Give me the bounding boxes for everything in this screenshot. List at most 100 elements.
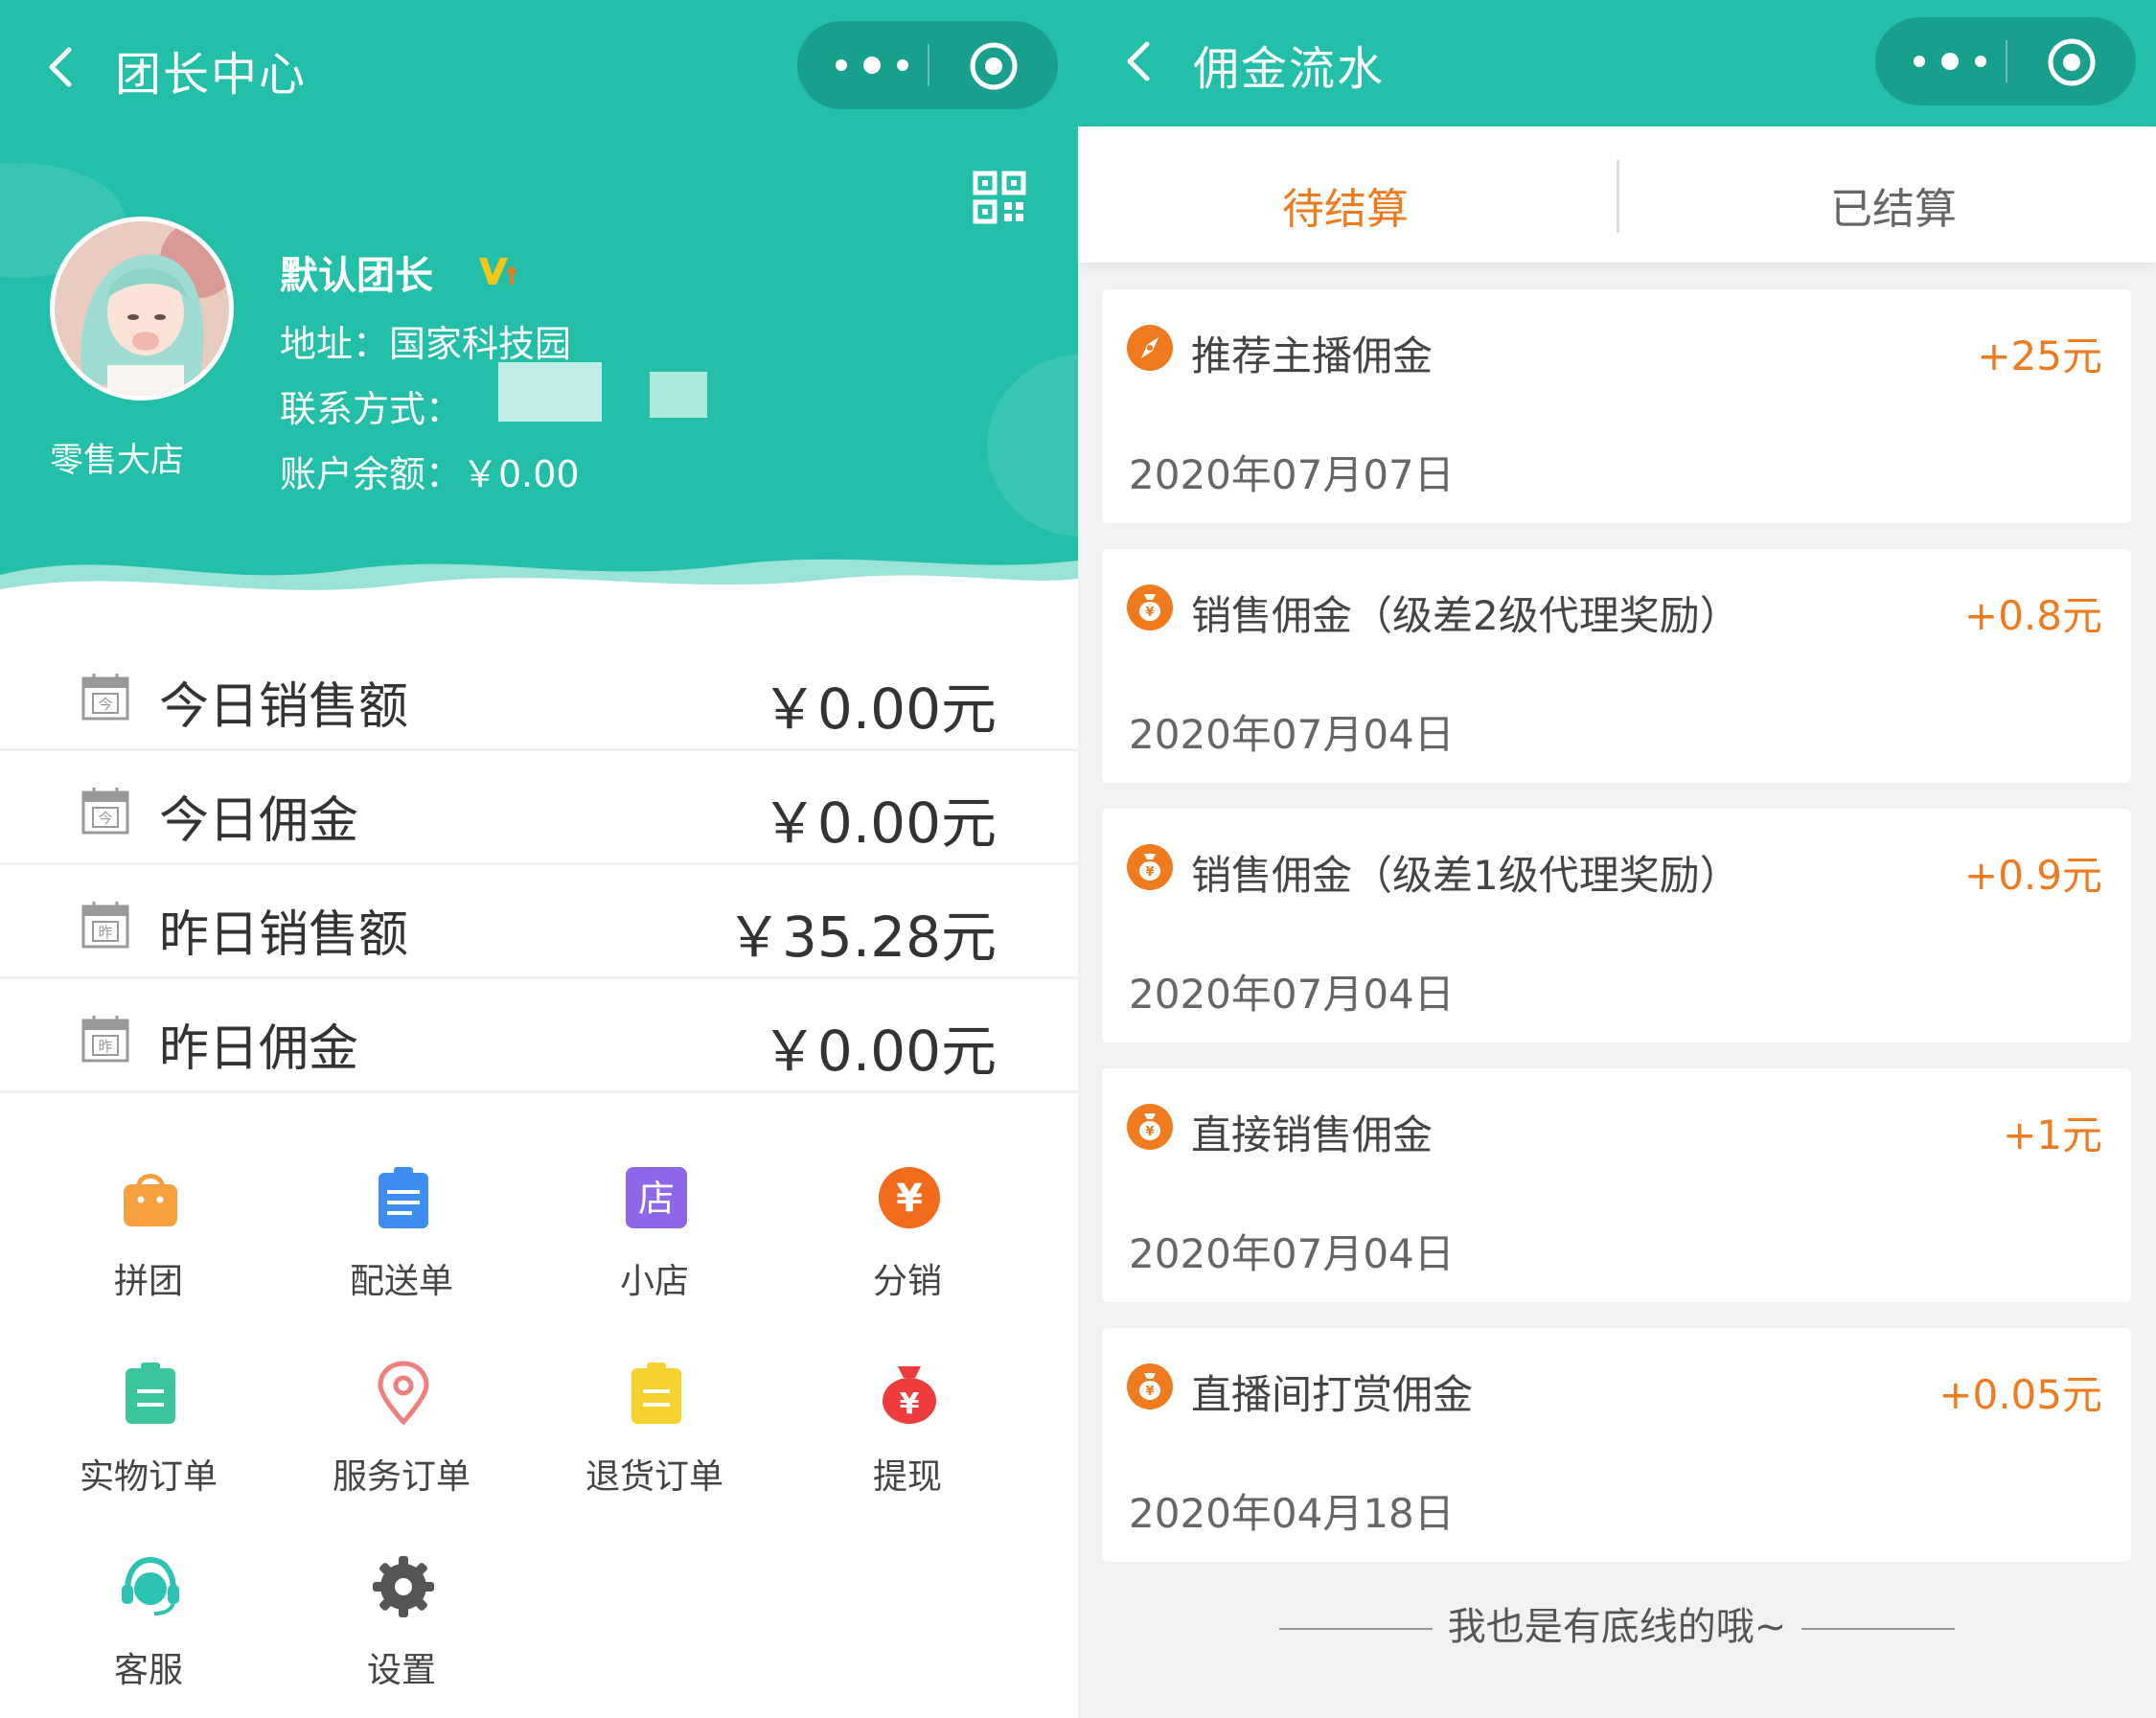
nav-bar: 佣金流水	[1078, 0, 2156, 126]
settlement-tabs: 待结算 已结算	[1078, 126, 2156, 263]
shopping-bag-icon	[124, 1174, 177, 1226]
avatar-illustration	[55, 221, 229, 396]
commission-record[interactable]: 推荐主播佣金 +25元 2020年07月07日	[1102, 289, 2131, 523]
menu-item-distribution[interactable]: ¥ 分销	[781, 1140, 1034, 1332]
record-title: 销售佣金（级差1级代理奖励）	[1191, 852, 1740, 899]
address-text: 地址：国家科技园	[280, 323, 572, 365]
commission-record[interactable]: ¥ 销售佣金（级差1级代理奖励） +0.9元 2020年07月04日	[1102, 809, 2131, 1042]
record-title: 直接销售佣金	[1191, 1111, 1434, 1158]
commission-flow-screen: 佣金流水 待结算 已结算 推荐主播佣金 +25元 2020年07月07日 ¥ 销…	[1078, 0, 2156, 1718]
clipboard-list-icon	[378, 1167, 428, 1228]
money-bag-icon: ¥	[1127, 1104, 1173, 1150]
record-title: 销售佣金（级差2级代理奖励）	[1191, 592, 1740, 639]
chevron-left-icon[interactable]	[1114, 33, 1172, 90]
menu-item-group-buy[interactable]: 拼团	[22, 1140, 275, 1332]
menu-label: 客服	[113, 1651, 183, 1690]
menu-item-customer-service[interactable]: 客服	[22, 1529, 275, 1718]
mini-program-capsule	[1875, 17, 2136, 105]
end-of-list-text: 我也是有底线的哦~	[1447, 1605, 1787, 1649]
svg-text:¥: ¥	[900, 1387, 920, 1421]
qr-code-icon[interactable]	[973, 171, 1026, 224]
menu-item-return-orders[interactable]: 退货订单	[528, 1336, 781, 1527]
stat-row-yesterday-commission[interactable]: 昨 昨日佣金 ￥0.00元	[0, 979, 1078, 1093]
record-date: 2020年04月18日	[1129, 1490, 1455, 1537]
stat-label: 昨日销售额	[159, 906, 409, 964]
menu-label: 退货订单	[585, 1457, 723, 1497]
record-icon[interactable]	[968, 40, 1020, 92]
calendar-icon: 昨	[81, 902, 129, 949]
commission-record[interactable]: ¥ 销售佣金（级差2级代理奖励） +0.8元 2020年07月04日	[1102, 549, 2131, 783]
svg-text:¥: ¥	[1145, 865, 1154, 880]
commission-record[interactable]: ¥ 直播间打赏佣金 +0.05元 2020年04月18日	[1102, 1328, 2131, 1562]
record-date: 2020年07月04日	[1129, 971, 1455, 1018]
page-title: 佣金流水	[1193, 42, 1386, 96]
calendar-icon: 今	[81, 788, 129, 835]
yen-coin-icon: ¥	[879, 1167, 940, 1228]
vip-badge-icon	[479, 258, 517, 285]
svg-text:¥: ¥	[896, 1177, 923, 1221]
headset-icon	[122, 1556, 179, 1615]
record-amount: +1元	[2003, 1111, 2102, 1158]
record-date: 2020年07月04日	[1129, 711, 1455, 758]
more-dots-icon[interactable]	[830, 46, 914, 84]
stat-value: ￥0.00元	[761, 1019, 997, 1084]
tab-divider	[1617, 160, 1619, 233]
record-amount: +0.8元	[1964, 592, 2102, 639]
record-date: 2020年07月04日	[1129, 1230, 1455, 1277]
money-bag-icon: ¥	[883, 1366, 936, 1424]
record-title: 直播间打赏佣金	[1191, 1371, 1474, 1418]
profile-header: 团长中心 零售大店 默认团长 地址：国家科技园 联系方式： 账户余额：￥0.00	[0, 0, 1078, 613]
money-bag-icon: ¥	[1127, 844, 1173, 890]
menu-item-withdraw[interactable]: ¥ 提现	[781, 1336, 1034, 1527]
menu-item-shop[interactable]: 店 小店	[528, 1140, 781, 1332]
menu-item-delivery-note[interactable]: 配送单	[275, 1140, 528, 1332]
svg-text:今: 今	[98, 696, 112, 713]
stat-value: ￥35.28元	[725, 905, 997, 970]
menu-item-physical-orders[interactable]: 实物订单	[22, 1336, 275, 1527]
sales-stats-list: 今 今日销售额 ￥0.00元 今 今日佣金 ￥0.00元 昨 昨日销售额 ￥35…	[0, 637, 1078, 1093]
more-dots-icon[interactable]	[1908, 42, 1992, 80]
record-icon[interactable]	[2046, 36, 2098, 88]
clipboard-return-icon	[631, 1363, 681, 1424]
menu-item-service-orders[interactable]: 服务订单	[275, 1336, 528, 1527]
compass-icon	[1127, 325, 1173, 371]
svg-text:店: 店	[638, 1178, 675, 1220]
svg-text:昨: 昨	[98, 1038, 112, 1055]
divider-line	[1801, 1628, 1956, 1630]
stat-value: ￥0.00元	[761, 790, 997, 856]
menu-item-settings[interactable]: 设置	[275, 1529, 528, 1718]
calendar-icon: 昨	[81, 1016, 129, 1063]
page-title: 团长中心	[115, 48, 308, 102]
record-date: 2020年07月07日	[1129, 451, 1455, 498]
shop-name: 零售大店	[50, 442, 185, 480]
commission-record[interactable]: ¥ 直接销售佣金 +1元 2020年07月04日	[1102, 1068, 2131, 1302]
svg-text:¥: ¥	[1145, 606, 1154, 620]
redacted-phone	[650, 372, 707, 418]
tab-pending[interactable]: 待结算	[1282, 174, 1409, 236]
menu-label: 提现	[872, 1457, 942, 1497]
stat-row-yesterday-sales[interactable]: 昨 昨日销售额 ￥35.28元	[0, 865, 1078, 979]
stat-row-today-commission[interactable]: 今 今日佣金 ￥0.00元	[0, 751, 1078, 865]
record-amount: +0.05元	[1938, 1371, 2102, 1418]
contact-text: 联系方式：	[280, 388, 463, 430]
nav-bar: 团长中心	[0, 0, 1078, 134]
balance-text: 账户余额：￥0.00	[280, 453, 580, 495]
avatar[interactable]	[50, 217, 234, 401]
leader-center-screen: 团长中心 零售大店 默认团长 地址：国家科技园 联系方式： 账户余额：￥0.00…	[0, 0, 1078, 1718]
decor-blob	[987, 355, 1078, 537]
record-title: 推荐主播佣金	[1191, 332, 1434, 379]
stat-label: 今日佣金	[159, 792, 359, 850]
svg-text:今: 今	[98, 810, 112, 827]
record-amount: +0.9元	[1964, 852, 2102, 899]
capsule-divider	[928, 44, 929, 86]
redacted-phone	[498, 362, 602, 422]
leader-name: 默认团长	[280, 254, 433, 298]
stat-row-today-sales[interactable]: 今 今日销售额 ￥0.00元	[0, 637, 1078, 751]
tab-settled[interactable]: 已结算	[1830, 174, 1957, 236]
chevron-left-icon[interactable]	[36, 38, 94, 96]
location-pin-icon	[378, 1361, 429, 1426]
stat-label: 今日销售额	[159, 678, 409, 736]
stat-value: ￥0.00元	[761, 676, 997, 742]
capsule-divider	[2006, 40, 2007, 82]
store-icon: 店	[626, 1167, 687, 1228]
